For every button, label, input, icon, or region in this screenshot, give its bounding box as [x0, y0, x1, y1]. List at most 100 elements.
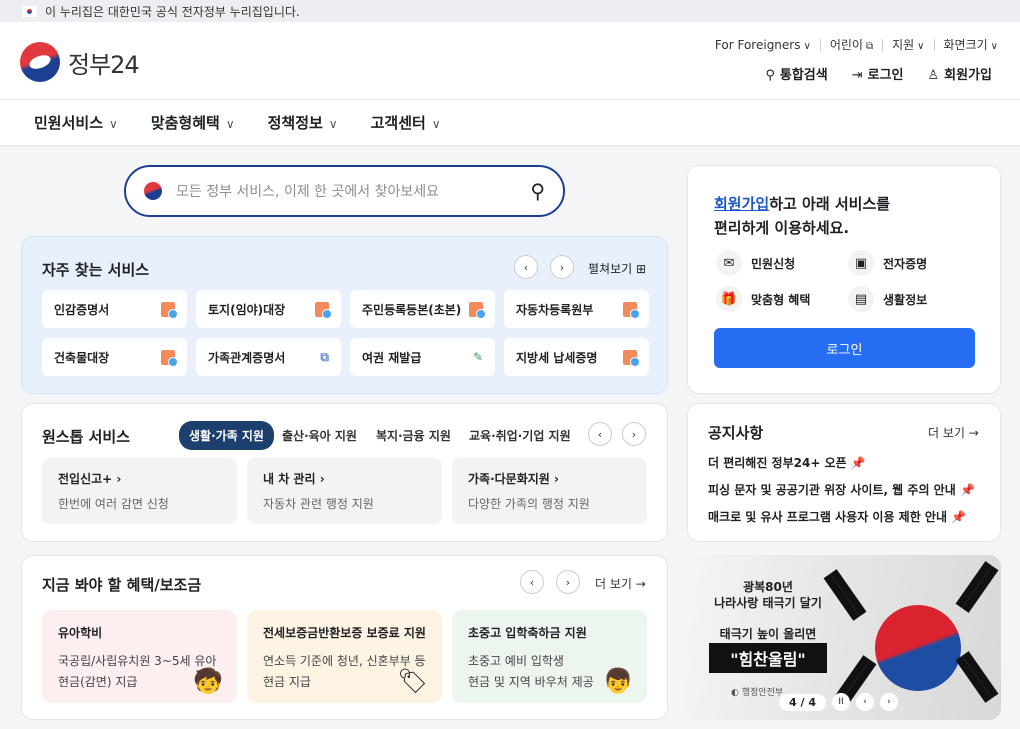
nav-item-custom-benefits[interactable]: 맞춤형혜택 ∨ — [151, 112, 235, 133]
more-label: 더 보기 — [595, 577, 632, 591]
tab-welfare-finance[interactable]: 복지·금융 지원 — [376, 427, 451, 444]
benefit-title: 초중고 입학축하금 지원 — [468, 626, 587, 640]
member-service-civil[interactable]: ✉ 민원신청 — [716, 250, 795, 276]
onestop-item[interactable]: 가족·다문화지원 › 다양한 가족의 행정 지원 — [452, 458, 647, 524]
promo-banner[interactable]: 광복80년 나라사랑 태극기 달기 태극기 높이 올리면 "힘찬울림" ◐ 행정안… — [687, 555, 1001, 720]
integrated-search-label: 통합검색 — [779, 68, 828, 83]
service-item[interactable]: 가족관계증명서 ⧉ — [196, 338, 341, 376]
section-title: 공지사항 — [708, 424, 764, 442]
prev-arrow-icon[interactable]: ‹ — [520, 570, 544, 594]
divider — [819, 38, 821, 51]
logo[interactable]: 정부24 — [20, 42, 140, 82]
chevron-down-icon: ∨ — [109, 117, 118, 131]
chevron-down-icon: ∨ — [328, 117, 338, 131]
flag-trigram — [955, 651, 999, 703]
section-title: 지금 봐야 할 혜택/보조금 — [42, 576, 202, 594]
support-link[interactable]: 지원 ∨ — [892, 36, 924, 53]
integrated-search-link[interactable]: ⚲ 통합검색 — [765, 64, 827, 83]
benefit-item[interactable]: 유아학비 국공립/사립유치원 3~5세 유아 현금(감면) 지급 🧒 — [42, 610, 237, 703]
service-item[interactable]: 자동차등록원부 — [504, 290, 649, 328]
korea-flag-icon — [22, 5, 37, 17]
service-item[interactable]: 토지(임야)대장 — [196, 290, 341, 328]
nav-item-civil-service[interactable]: 민원서비스 ∨ — [34, 112, 118, 133]
gov-emblem-icon — [20, 42, 60, 82]
member-msg-2: 편리하게 이용하세요. — [714, 219, 850, 237]
title-text: 내 차 관리 — [263, 472, 316, 486]
document-icon — [161, 349, 178, 367]
signup-link[interactable]: ♙ 회원가입 — [928, 64, 993, 83]
banner-line: 광복80년 — [743, 580, 793, 594]
login-link[interactable]: ⇥ 로그인 — [852, 64, 904, 83]
prev-arrow-icon[interactable]: ‹ — [514, 255, 538, 279]
more-link[interactable]: 더 보기 → — [928, 424, 979, 441]
prev-arrow-icon[interactable]: ‹ — [588, 422, 612, 446]
onestop-item[interactable]: 전입신고+ › 한번에 여러 감면 신청 — [42, 458, 237, 524]
nav-label: 고객센터 — [370, 114, 426, 132]
chevron-down-icon: ∨ — [225, 117, 235, 131]
main-nav: 민원서비스 ∨ 맞춤형혜택 ∨ 정책정보 ∨ 고객센터 ∨ — [0, 99, 1020, 146]
onestop-item[interactable]: 내 차 관리 › 자동차 관련 행정 지원 — [247, 458, 442, 524]
pause-icon[interactable]: II — [831, 693, 850, 711]
next-arrow-icon[interactable]: › — [556, 570, 580, 594]
envelope-icon: ✉ — [716, 250, 742, 276]
benefit-item[interactable]: 초중고 입학축하금 지원 초중고 예비 입학생 현금 및 지역 바우처 제공 👦 — [452, 610, 647, 703]
notice-item[interactable]: 더 편리해진 정부24+ 오픈 📌 — [708, 454, 866, 471]
student-illustration-icon: 👦 — [603, 667, 633, 695]
grid-icon: ⊞ — [636, 262, 647, 276]
bookmark-icon: ▤ — [848, 286, 874, 312]
expand-button[interactable]: 펼쳐보기 ⊞ — [588, 260, 646, 277]
nav-item-policy-info[interactable]: 정책정보 ∨ — [268, 112, 338, 133]
next-arrow-icon[interactable]: › — [622, 422, 646, 446]
signup-inline-link[interactable]: 회원가입 — [714, 195, 769, 213]
next-arrow-icon[interactable]: › — [550, 255, 574, 279]
divider — [882, 38, 884, 51]
service-item[interactable]: 지방세 납세증명 — [504, 338, 649, 376]
tab-education-job[interactable]: 교육·취업·기업 지원 — [469, 427, 571, 444]
title-text: 가족·다문화지원 — [468, 472, 550, 486]
font-size-link[interactable]: 화면크기 ∨ — [944, 36, 999, 53]
nav-label: 정책정보 — [267, 114, 323, 132]
service-item[interactable]: 건축물대장 — [42, 338, 187, 376]
logo-text: 정부24 — [68, 50, 140, 79]
service-label: 민원신청 — [751, 256, 796, 271]
external-link-icon: ⧉ — [865, 41, 874, 52]
section-title: 원스톱 서비스 — [42, 428, 131, 446]
gov-banner-text: 이 누리집은 대한민국 공식 전자정부 누리집입니다. — [45, 4, 300, 19]
member-service-benefit[interactable]: 🎁 맞춤형 혜택 — [716, 286, 810, 312]
tab-birth-parenting[interactable]: 출산·육아 지원 — [282, 427, 357, 444]
login-button[interactable]: 로그인 — [714, 328, 975, 368]
pin-icon: 📌 — [850, 456, 866, 470]
service-item[interactable]: 여권 재발급 ✎ — [350, 338, 495, 376]
member-service-lifeinfo[interactable]: ▤ 생활정보 — [848, 286, 927, 312]
member-msg-1: 하고 아래 서비스를 — [769, 195, 891, 213]
next-arrow-icon[interactable]: › — [879, 693, 898, 711]
search-icon[interactable]: ⚲ — [530, 179, 545, 203]
kids-link[interactable]: 어린이 ⧉ — [830, 36, 873, 53]
pin-icon: 📌 — [959, 483, 975, 497]
onestop-item-desc: 자동차 관련 행정 지원 — [263, 497, 374, 511]
service-item[interactable]: 인감증명서 — [42, 290, 187, 328]
tab-life-family[interactable]: 생활·가족 지원 — [179, 421, 274, 450]
prev-arrow-icon[interactable]: ‹ — [855, 693, 874, 711]
search-input[interactable]: 모든 정부 서비스, 이제 한 곳에서 찾아보세요 ⚲ — [124, 165, 565, 217]
signup-label: 회원가입 — [944, 68, 992, 83]
more-link[interactable]: 더 보기 → — [595, 575, 646, 592]
user-links: ⚲ 통합검색 ⇥ 로그인 ♙ 회원가입 — [765, 64, 992, 83]
for-foreigners-link[interactable]: For Foreigners ∨ — [715, 38, 811, 52]
banner-pager: 4 / 4 II ‹ › — [779, 693, 898, 711]
document-icon — [315, 301, 332, 319]
chevron-down-icon: ∨ — [431, 117, 441, 131]
member-service-ecert[interactable]: ▣ 전자증명 — [848, 250, 927, 276]
page-indicator: 4 / 4 — [779, 693, 826, 711]
benefit-item[interactable]: 전세보증금반환보증 보증료 지원 연소득 기준에 청년, 신혼부부 등 현금 지급 🏷 — [247, 610, 442, 703]
notice-item[interactable]: 피싱 문자 및 공공기관 위장 사이트, 웹 주의 안내 📌 — [708, 481, 975, 498]
benefit-title: 전세보증금반환보증 보증료 지원 — [263, 626, 426, 640]
nav-item-customer-center[interactable]: 고객센터 ∨ — [371, 112, 441, 133]
onestop-item-title: 가족·다문화지원 › — [468, 470, 631, 487]
notice-item[interactable]: 매크로 및 유사 프로그램 사용자 이용 제한 안내 📌 — [708, 508, 966, 525]
member-card: 회원가입하고 아래 서비스를 편리하게 이용하세요. ✉ 민원신청 ▣ 전자증명 🎁… — [687, 165, 1001, 394]
service-item[interactable]: 주민등록등본(초본) — [350, 290, 495, 328]
frequent-services-card: 자주 찾는 서비스 ‹ › 펼쳐보기 ⊞ 인감증명서 토지(임야)대장 주민등록… — [21, 236, 668, 394]
banner-slogan: "힘찬울림" — [709, 643, 827, 673]
expand-label: 펼쳐보기 — [588, 262, 633, 276]
